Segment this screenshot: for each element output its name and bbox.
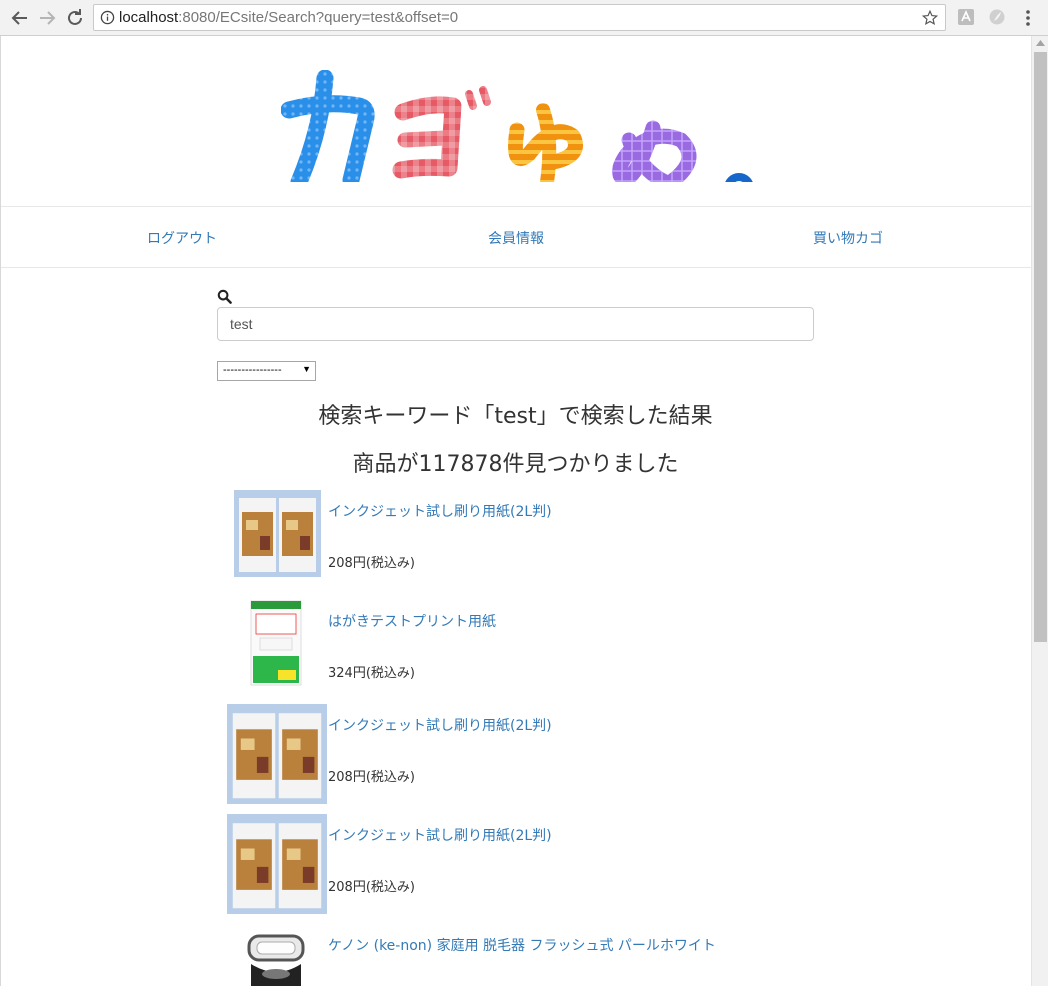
scroll-up-arrow-icon[interactable]	[1036, 40, 1045, 46]
kebab-menu-icon[interactable]	[1022, 9, 1034, 27]
product-image-postcard-paper[interactable]	[250, 600, 302, 686]
url-path: :8080/ECsite/Search?query=test&offset=0	[178, 9, 459, 26]
nav-cart-link[interactable]: 買い物カゴ	[813, 228, 883, 248]
product-image-inkjet-paper[interactable]	[227, 814, 327, 914]
reload-button[interactable]	[63, 6, 87, 30]
logo-char-ka	[281, 70, 375, 182]
result-heading: 検索キーワード「test」で検索した結果	[318, 404, 713, 429]
logo-char-yu	[508, 103, 583, 182]
url-text: localhost:8080/ECsite/Search?query=test&…	[119, 9, 458, 26]
product-price: 324円(税込み)	[328, 666, 415, 681]
address-bar[interactable]: localhost:8080/ECsite/Search?query=test&…	[93, 4, 946, 31]
search-input[interactable]	[217, 307, 814, 341]
pdf-extension-icon[interactable]	[957, 8, 975, 26]
site-header	[1, 36, 1031, 206]
nav-logout-link[interactable]: ログアウト	[147, 228, 217, 248]
reload-icon	[68, 9, 82, 25]
product-item: はがきテストプリント用紙 324円(税込み)	[217, 600, 817, 700]
url-host: localhost	[119, 9, 179, 26]
main-navbar: ログアウト 会員情報 買い物カゴ	[1, 206, 1031, 268]
scrollbar-thumb[interactable]	[1034, 52, 1047, 642]
product-name-link[interactable]: インクジェット試し刷り用紙(2L判)	[328, 501, 552, 521]
logo-char-me	[612, 120, 697, 182]
product-name-link[interactable]: ケノン (ke-non) 家庭用 脱毛器 フラッシュ式 パールホワイト	[328, 935, 716, 955]
product-name-link[interactable]: インクジェット試し刷り用紙(2L判)	[328, 715, 552, 735]
arrow-left-icon	[11, 11, 27, 25]
bookmark-star-icon[interactable]	[921, 9, 939, 27]
product-price: 208円(税込み)	[328, 770, 415, 785]
page-viewport: ログアウト 会員情報 買い物カゴ ---------------- ▼ 検索キー…	[0, 36, 1031, 986]
product-image-inkjet-paper[interactable]	[234, 490, 321, 577]
search-icon	[217, 289, 232, 304]
browser-toolbar: localhost:8080/ECsite/Search?query=test&…	[0, 0, 1048, 36]
logo-char-go	[392, 86, 491, 179]
product-item: ケノン (ke-non) 家庭用 脱毛器 フラッシュ式 パールホワイト	[217, 924, 817, 986]
arrow-right-icon	[40, 11, 56, 25]
product-image-inkjet-paper[interactable]	[227, 704, 327, 804]
site-logo[interactable]	[281, 70, 771, 182]
nav-member-info-link[interactable]: 会員情報	[488, 228, 544, 248]
product-price: 208円(税込み)	[328, 556, 415, 571]
dropdown-arrow-icon: ▼	[302, 364, 311, 374]
vertical-scrollbar[interactable]	[1031, 36, 1048, 986]
product-item: インクジェット試し刷り用紙(2L判) 208円(税込み)	[217, 814, 817, 914]
back-button[interactable]	[8, 6, 32, 30]
info-icon[interactable]	[100, 10, 115, 25]
product-price: 208円(税込み)	[328, 880, 415, 895]
sort-select[interactable]: ---------------- ▼	[217, 361, 316, 381]
forward-button[interactable]	[35, 6, 59, 30]
result-count: 商品が117878件見つかりました	[352, 452, 679, 477]
product-name-link[interactable]: はがきテストプリント用紙	[328, 611, 496, 631]
product-image-hair-removal-device[interactable]	[243, 930, 309, 986]
product-item: インクジェット試し刷り用紙(2L判) 208円(税込み)	[217, 704, 817, 804]
product-name-link[interactable]: インクジェット試し刷り用紙(2L判)	[328, 825, 552, 845]
product-item: インクジェット試し刷り用紙(2L判) 208円(税込み)	[217, 490, 817, 590]
sort-select-value: ----------------	[223, 364, 282, 376]
extension-icon[interactable]	[988, 8, 1006, 26]
logo-char-period	[725, 173, 753, 182]
